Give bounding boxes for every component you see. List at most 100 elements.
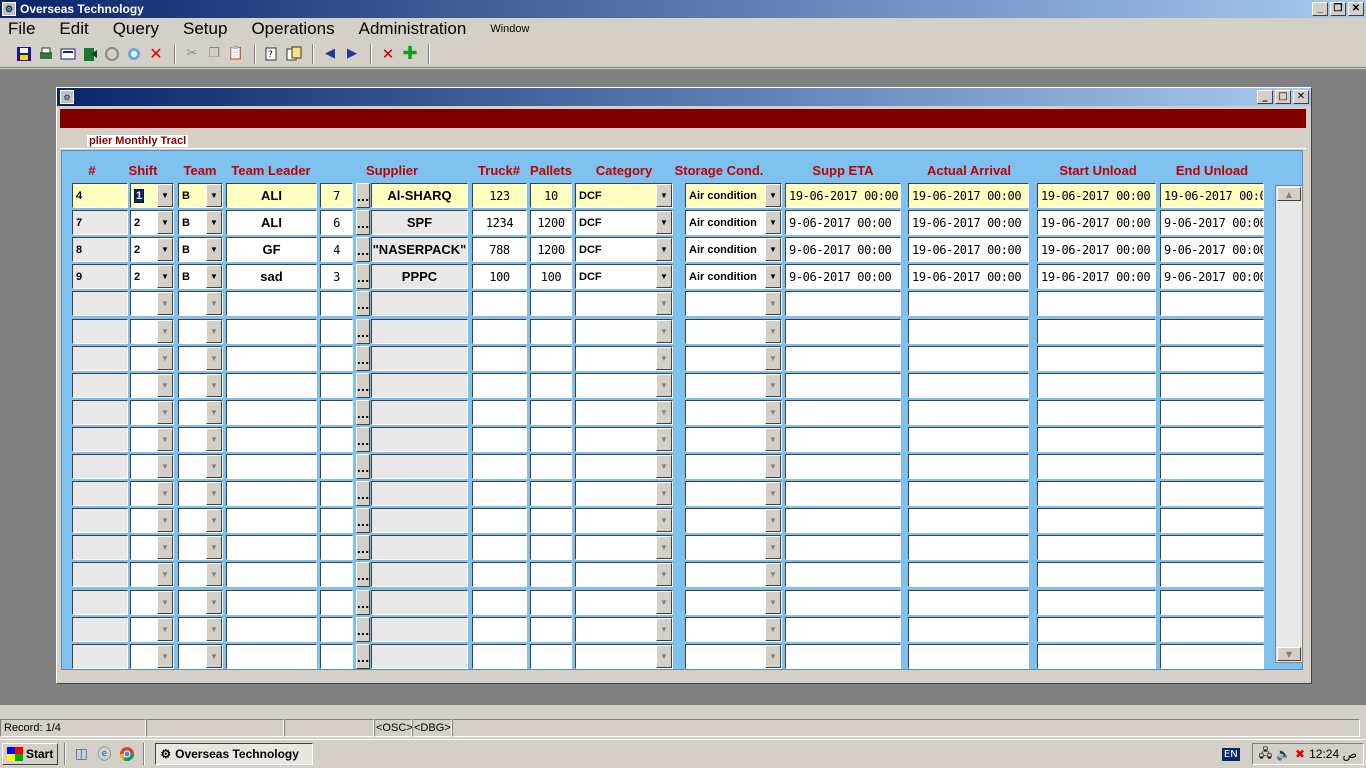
truck-field[interactable] [472,426,527,452]
supplier-lov-button[interactable]: ... [356,643,370,669]
team-leader-field[interactable] [226,318,317,344]
pallets-field[interactable] [530,345,572,371]
category-select[interactable]: ▼ [575,508,673,534]
team-leader-field[interactable]: GF [226,237,317,263]
end-unload-field[interactable] [1160,616,1264,642]
chevron-down-icon[interactable]: ▼ [765,563,781,587]
category-select[interactable]: ▼ [575,426,673,452]
chevron-down-icon[interactable]: ▼ [157,373,173,397]
category-select[interactable]: ▼ [575,399,673,425]
category-select[interactable]: ▼ [575,535,673,561]
chevron-down-icon[interactable]: ▼ [656,238,672,262]
pallets-field[interactable] [530,426,572,452]
pallets-field[interactable] [530,616,572,642]
chevron-down-icon[interactable]: ▼ [157,346,173,370]
exit-icon[interactable] [80,44,100,64]
chevron-down-icon[interactable]: ▼ [765,536,781,560]
leader-code-field[interactable] [320,291,353,317]
start-unload-field[interactable] [1037,508,1156,534]
storage-select[interactable]: ▼ [685,454,782,479]
chevron-down-icon[interactable]: ▼ [206,265,222,289]
menu-window[interactable]: Window [482,23,537,35]
chevron-down-icon[interactable]: ▼ [206,346,222,370]
end-unload-field[interactable]: 19-06-2017 00:00 [1160,183,1264,208]
chevron-down-icon[interactable]: ▼ [656,536,672,560]
print-icon[interactable] [36,44,56,64]
actual-arrival-field[interactable] [908,643,1029,669]
supp-eta-field[interactable] [785,372,901,398]
leader-code-field[interactable] [320,426,353,452]
supp-eta-field[interactable] [785,589,901,615]
chevron-down-icon[interactable]: ▼ [157,509,173,533]
chevron-down-icon[interactable]: ▼ [765,292,781,316]
storage-select[interactable]: ▼ [685,372,782,398]
record-number[interactable] [72,426,128,452]
start-unload-field[interactable] [1037,535,1156,561]
supplier-field[interactable] [371,372,468,398]
truck-field[interactable] [472,454,527,479]
supp-eta-field[interactable] [785,426,901,452]
storage-select[interactable]: ▼ [685,399,782,425]
help-icon[interactable] [124,44,144,64]
chevron-down-icon[interactable]: ▼ [157,427,173,451]
chevron-down-icon[interactable]: ▼ [206,427,222,451]
chevron-down-icon[interactable]: ▼ [765,346,781,370]
start-unload-field[interactable] [1037,562,1156,588]
taskbar-app-overseas-technology[interactable]: ⚙ Overseas Technology [155,743,314,765]
chevron-down-icon[interactable]: ▼ [206,184,222,207]
actual-arrival-field[interactable]: 19-06-2017 00:00 [908,264,1029,290]
supplier-field[interactable] [371,535,468,561]
chevron-down-icon[interactable]: ▼ [765,211,781,235]
chevron-down-icon[interactable]: ▼ [206,373,222,397]
chevron-down-icon[interactable]: ▼ [765,482,781,506]
chevron-down-icon[interactable]: ▼ [157,238,173,262]
pallets-field[interactable] [530,481,572,507]
chevron-down-icon[interactable]: ▼ [157,265,173,289]
chevron-down-icon[interactable]: ▼ [656,563,672,587]
alert-icon[interactable]: ✖ [1295,747,1305,761]
storage-select[interactable]: ▼ [685,589,782,615]
leader-code-field[interactable] [320,345,353,371]
supp-eta-field[interactable] [785,643,901,669]
actual-arrival-field[interactable]: 19-06-2017 00:00 [908,237,1029,263]
truck-field[interactable] [472,616,527,642]
storage-select[interactable]: ▼ [685,535,782,561]
record-number[interactable]: 8 [72,237,128,263]
storage-select[interactable]: ▼ [685,481,782,507]
leader-code-field[interactable]: 6 [320,210,353,236]
pallets-field[interactable]: 100 [530,264,572,290]
shift-select[interactable]: ▼ [130,562,174,588]
chevron-down-icon[interactable]: ▼ [157,455,173,478]
supplier-lov-button[interactable]: ... [356,508,370,534]
team-select[interactable]: B ▼ [178,210,223,236]
category-select[interactable]: ▼ [575,291,673,317]
end-unload-field[interactable] [1160,399,1264,425]
menu-operations[interactable]: Operations [243,19,342,39]
supplier-field[interactable] [371,508,468,534]
supplier-lov-button[interactable]: ... [356,399,370,425]
chevron-down-icon[interactable]: ▼ [206,482,222,506]
chevron-down-icon[interactable]: ▼ [765,590,781,614]
pallets-field[interactable]: 1200 [530,237,572,263]
chevron-down-icon[interactable]: ▼ [765,455,781,478]
chevron-down-icon[interactable]: ▼ [765,238,781,262]
chevron-down-icon[interactable]: ▼ [157,563,173,587]
pallets-field[interactable] [530,399,572,425]
actual-arrival-field[interactable] [908,399,1029,425]
category-select[interactable]: ▼ [575,481,673,507]
leader-code-field[interactable] [320,508,353,534]
supplier-field[interactable] [371,399,468,425]
shift-select[interactable]: ▼ [130,616,174,642]
start-unload-field[interactable]: 19-06-2017 00:00 [1037,210,1156,236]
clear-icon[interactable]: ✕ [146,44,166,64]
chevron-down-icon[interactable]: ▼ [656,455,672,478]
team-select[interactable]: ▼ [178,372,223,398]
leader-code-field[interactable] [320,399,353,425]
insert-record-icon[interactable]: ✚ [400,43,420,64]
chevron-down-icon[interactable]: ▼ [656,319,672,343]
leader-code-field[interactable]: 3 [320,264,353,290]
chevron-down-icon[interactable]: ▼ [206,590,222,614]
start-unload-field[interactable] [1037,426,1156,452]
shift-select[interactable]: ▼ [130,426,174,452]
record-number[interactable] [72,318,128,344]
